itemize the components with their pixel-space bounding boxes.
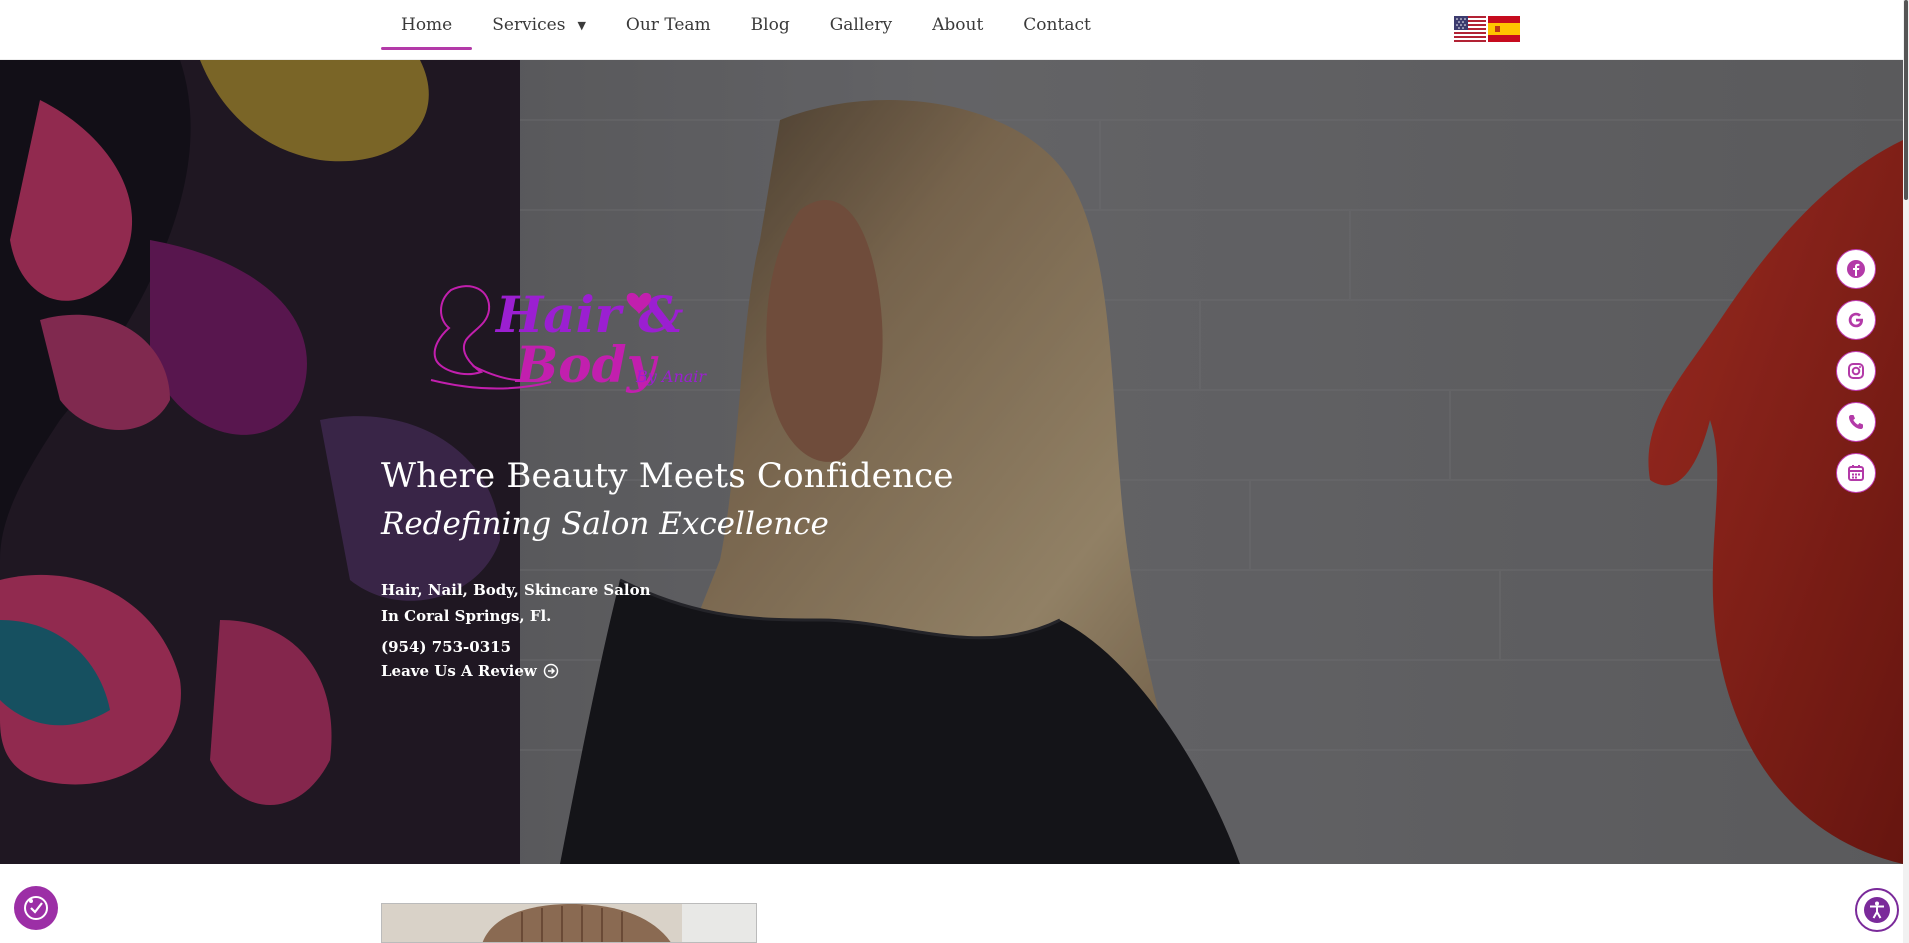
nav-item-gallery[interactable]: Gallery bbox=[810, 0, 912, 50]
nav-item-gallery-label: Gallery bbox=[829, 15, 893, 35]
content-image-card bbox=[381, 903, 757, 943]
nav-item-blog[interactable]: Blog bbox=[731, 0, 810, 50]
google-button[interactable] bbox=[1836, 300, 1876, 340]
nav-item-about[interactable]: About bbox=[912, 0, 1003, 50]
nav-item-home[interactable]: Home bbox=[381, 0, 473, 50]
leave-review-label: Leave Us A Review bbox=[381, 662, 537, 680]
nav-item-blog-label: Blog bbox=[750, 15, 790, 35]
instagram-button[interactable] bbox=[1836, 351, 1876, 391]
hero-banner: Hair & Body By Anair Where Beauty Meets … bbox=[0, 60, 1903, 864]
nav-item-services[interactable]: Services ▼ bbox=[472, 0, 606, 50]
facebook-button[interactable] bbox=[1836, 249, 1876, 289]
accessibility-widget-icon bbox=[24, 896, 48, 920]
instagram-icon bbox=[1848, 363, 1864, 379]
page-scrollbar[interactable] bbox=[1903, 0, 1909, 943]
leave-review-link[interactable]: Leave Us A Review bbox=[381, 662, 559, 680]
us-flag-icon[interactable] bbox=[1454, 16, 1486, 42]
arrow-circle-right-icon bbox=[543, 663, 559, 679]
phone-number-link[interactable]: (954) 753-0315 bbox=[381, 638, 511, 656]
nav-item-our-team-label: Our Team bbox=[625, 15, 711, 35]
hero-tagline: Redefining Salon Excellence bbox=[381, 506, 829, 542]
call-button[interactable] bbox=[1836, 402, 1876, 442]
accessibility-widget-button[interactable] bbox=[14, 886, 58, 930]
facebook-icon bbox=[1847, 260, 1865, 278]
main-menu: Home Services ▼ Our Team Blog Gallery Ab… bbox=[381, 0, 1111, 50]
salon-description-line1: Hair, Nail, Body, Skincare Salon bbox=[381, 581, 651, 599]
nav-item-home-label: Home bbox=[401, 15, 453, 35]
accessibility-person-icon bbox=[1864, 897, 1890, 923]
nav-item-about-label: About bbox=[932, 15, 984, 35]
scrollbar-thumb[interactable] bbox=[1904, 0, 1908, 200]
hero-headline: Where Beauty Meets Confidence bbox=[381, 456, 954, 496]
nav-item-contact[interactable]: Contact bbox=[1003, 0, 1111, 50]
salon-location-line: In Coral Springs, Fl. bbox=[381, 607, 552, 625]
nav-item-our-team[interactable]: Our Team bbox=[606, 0, 731, 50]
spain-flag-icon[interactable] bbox=[1488, 16, 1520, 42]
accessibility-menu-button[interactable] bbox=[1855, 888, 1899, 932]
calendar-icon bbox=[1848, 465, 1864, 481]
google-icon bbox=[1848, 312, 1863, 328]
braids-photo bbox=[382, 904, 756, 942]
booking-button[interactable] bbox=[1836, 453, 1876, 493]
logo-byline: By Anair bbox=[635, 367, 707, 386]
nav-item-contact-label: Contact bbox=[1023, 15, 1091, 35]
language-switcher bbox=[1454, 16, 1520, 42]
top-navigation-bar: Home Services ▼ Our Team Blog Gallery Ab… bbox=[0, 0, 1903, 60]
nav-item-services-label: Services bbox=[492, 15, 566, 35]
social-links-sidebar bbox=[1836, 249, 1876, 493]
phone-icon bbox=[1849, 415, 1863, 429]
caret-down-icon: ▼ bbox=[577, 18, 586, 32]
salon-logo[interactable]: Hair & Body By Anair bbox=[411, 270, 731, 410]
